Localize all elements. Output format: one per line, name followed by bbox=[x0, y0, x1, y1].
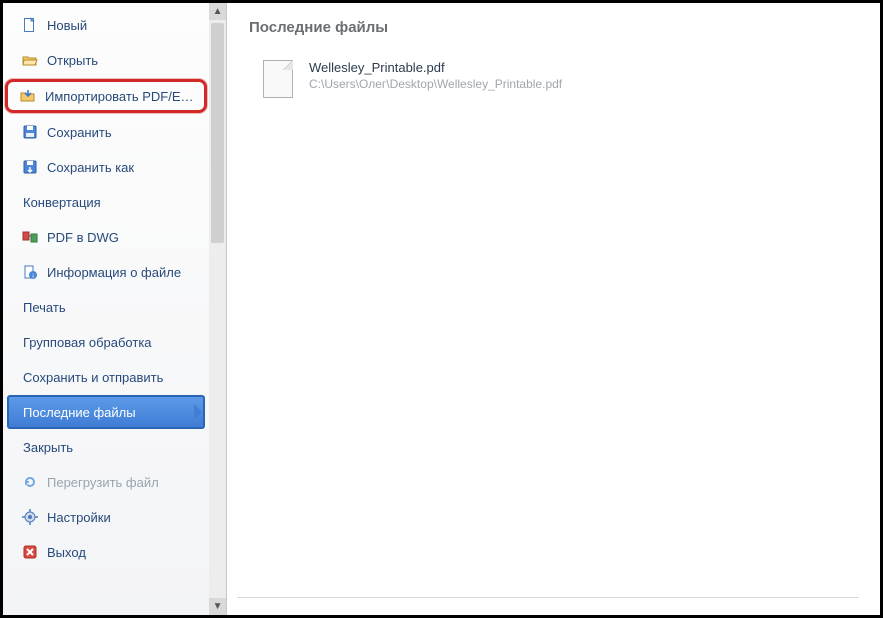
new-file-icon bbox=[21, 16, 39, 34]
recent-file-path: C:\Users\Олег\Desktop\Wellesley_Printabl… bbox=[309, 77, 562, 91]
content-divider bbox=[237, 597, 859, 598]
sidebar-column: Новый Открыть Импортировать PDF/EMF Сохр… bbox=[3, 3, 227, 615]
menu-item-save-as[interactable]: Сохранить как bbox=[7, 150, 205, 184]
menu-item-reload: Перегрузить файл bbox=[7, 465, 205, 499]
exit-icon bbox=[21, 543, 39, 561]
scroll-up-button[interactable]: ▲ bbox=[209, 3, 226, 20]
menu-item-close[interactable]: Закрыть bbox=[7, 430, 205, 464]
menu-label: Закрыть bbox=[23, 440, 195, 455]
menu-label: Конвертация bbox=[23, 195, 195, 210]
recent-file-name: Wellesley_Printable.pdf bbox=[309, 60, 562, 75]
menu-item-convert[interactable]: Конвертация bbox=[7, 185, 205, 219]
svg-text:i: i bbox=[32, 274, 33, 280]
menu-item-pdf-dwg[interactable]: PDF в DWG bbox=[7, 220, 205, 254]
import-icon bbox=[19, 87, 37, 105]
save-icon bbox=[21, 123, 39, 141]
menu-item-batch[interactable]: Групповая обработка bbox=[7, 325, 205, 359]
menu-item-exit[interactable]: Выход bbox=[7, 535, 205, 569]
menu-label: Групповая обработка bbox=[23, 335, 195, 350]
menu-item-save[interactable]: Сохранить bbox=[7, 115, 205, 149]
reload-icon bbox=[21, 473, 39, 491]
menu-label: PDF в DWG bbox=[47, 230, 195, 245]
menu-label: Перегрузить файл bbox=[47, 475, 195, 490]
menu-label: Настройки bbox=[47, 510, 195, 525]
menu-item-import-pdf-emf[interactable]: Импортировать PDF/EMF bbox=[5, 79, 207, 113]
pdf-dwg-icon bbox=[21, 228, 39, 246]
scroll-down-button[interactable]: ▼ bbox=[209, 598, 226, 615]
sidebar-scrollbar[interactable]: ▲ ▼ bbox=[209, 3, 226, 615]
scroll-thumb[interactable] bbox=[211, 23, 224, 243]
menu-label: Сохранить как bbox=[47, 160, 195, 175]
save-as-icon bbox=[21, 158, 39, 176]
menu-item-file-info[interactable]: i Информация о файле bbox=[7, 255, 205, 289]
menu-label: Сохранить и отправить bbox=[23, 370, 195, 385]
menu-label: Последние файлы bbox=[23, 405, 195, 420]
content-heading: Последние файлы bbox=[249, 19, 858, 36]
open-icon bbox=[21, 51, 39, 69]
menu-label: Открыть bbox=[47, 53, 195, 68]
recent-file-item[interactable]: Wellesley_Printable.pdf C:\Users\Олег\De… bbox=[255, 54, 858, 106]
document-icon bbox=[263, 60, 295, 100]
menu-label: Сохранить bbox=[47, 125, 195, 140]
recent-file-meta: Wellesley_Printable.pdf C:\Users\Олег\De… bbox=[309, 60, 562, 91]
menu-item-open[interactable]: Открыть bbox=[7, 43, 205, 77]
menu-item-recent[interactable]: Последние файлы bbox=[7, 395, 205, 429]
content-pane: Последние файлы Wellesley_Printable.pdf … bbox=[227, 3, 880, 615]
menu-label: Информация о файле bbox=[47, 265, 195, 280]
menu-item-save-send[interactable]: Сохранить и отправить bbox=[7, 360, 205, 394]
application-frame: Новый Открыть Импортировать PDF/EMF Сохр… bbox=[0, 0, 883, 618]
menu-label: Новый bbox=[47, 18, 195, 33]
menu-label: Импортировать PDF/EMF bbox=[45, 89, 196, 104]
menu-item-settings[interactable]: Настройки bbox=[7, 500, 205, 534]
info-icon: i bbox=[21, 263, 39, 281]
menu-item-print[interactable]: Печать bbox=[7, 290, 205, 324]
menu-item-new[interactable]: Новый bbox=[7, 8, 205, 42]
menu-label: Выход bbox=[47, 545, 195, 560]
sidebar: Новый Открыть Импортировать PDF/EMF Сохр… bbox=[3, 3, 209, 615]
menu-label: Печать bbox=[23, 300, 195, 315]
settings-icon bbox=[21, 508, 39, 526]
